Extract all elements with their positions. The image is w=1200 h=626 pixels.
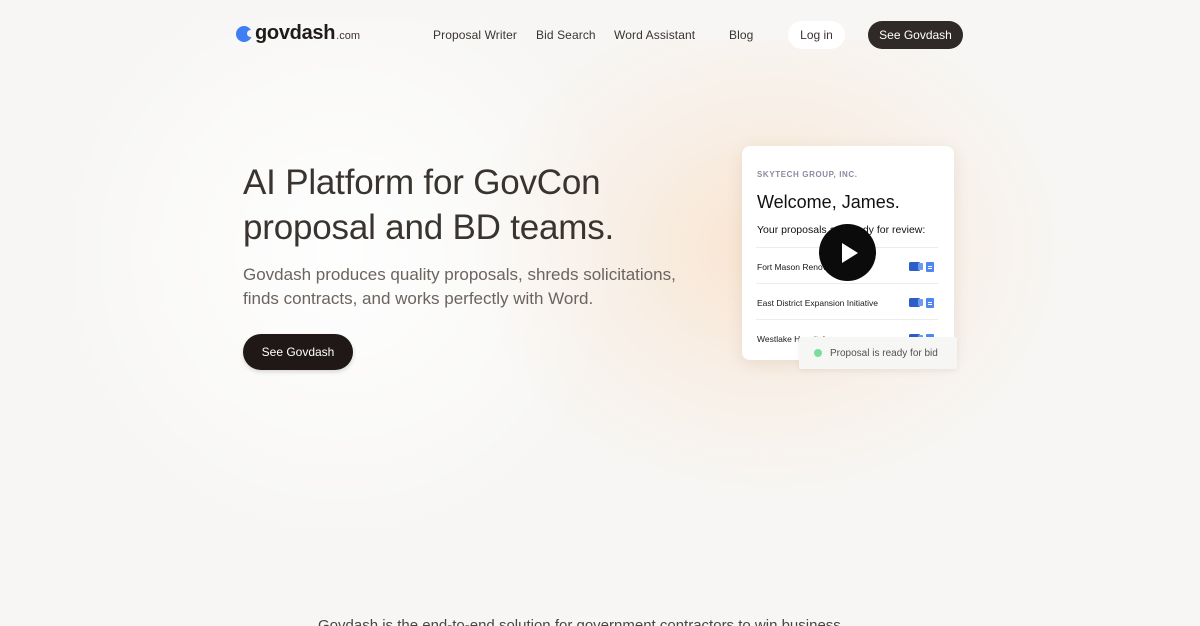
card-welcome: Welcome, James.: [757, 192, 900, 212]
document-icon: [926, 298, 934, 308]
nav-link-bid-search[interactable]: Bid Search: [536, 28, 596, 42]
status-toast: Proposal is ready for bid: [799, 337, 957, 369]
logo[interactable]: govdash .com: [236, 22, 360, 45]
word-icon: [909, 262, 923, 271]
section-intro-text: Govdash is the end-to-end solution for g…: [318, 617, 845, 626]
hero-see-govdash-button[interactable]: See Govdash: [243, 334, 353, 370]
nav-see-govdash-button[interactable]: See Govdash: [868, 21, 963, 49]
logo-icon: [236, 26, 254, 42]
logo-tld: .com: [336, 30, 360, 42]
top-nav: govdash .com Proposal Writer Bid Search …: [0, 0, 1200, 70]
nav-link-word-assistant[interactable]: Word Assistant: [614, 28, 695, 42]
hero-title: AI Platform for GovCon proposal and BD t…: [243, 163, 615, 247]
play-icon: [841, 242, 858, 263]
document-icon: [926, 262, 934, 272]
proposal-name: East District Expansion Initiative: [757, 298, 878, 308]
toast-text: Proposal is ready for bid: [830, 347, 938, 359]
nav-link-proposal-writer[interactable]: Proposal Writer: [433, 28, 517, 42]
card-company-name: SKYTECH GROUP, INC.: [757, 170, 858, 179]
login-button[interactable]: Log in: [788, 21, 845, 49]
nav-link-blog[interactable]: Blog: [729, 28, 753, 42]
logo-word: govdash: [255, 22, 336, 44]
word-icon: [909, 298, 923, 307]
play-video-button[interactable]: [819, 224, 876, 281]
hero-subtitle: Govdash produces quality proposals, shre…: [243, 265, 676, 308]
proposal-row: East District Expansion Initiative: [756, 283, 938, 319]
status-dot-icon: [814, 349, 822, 357]
